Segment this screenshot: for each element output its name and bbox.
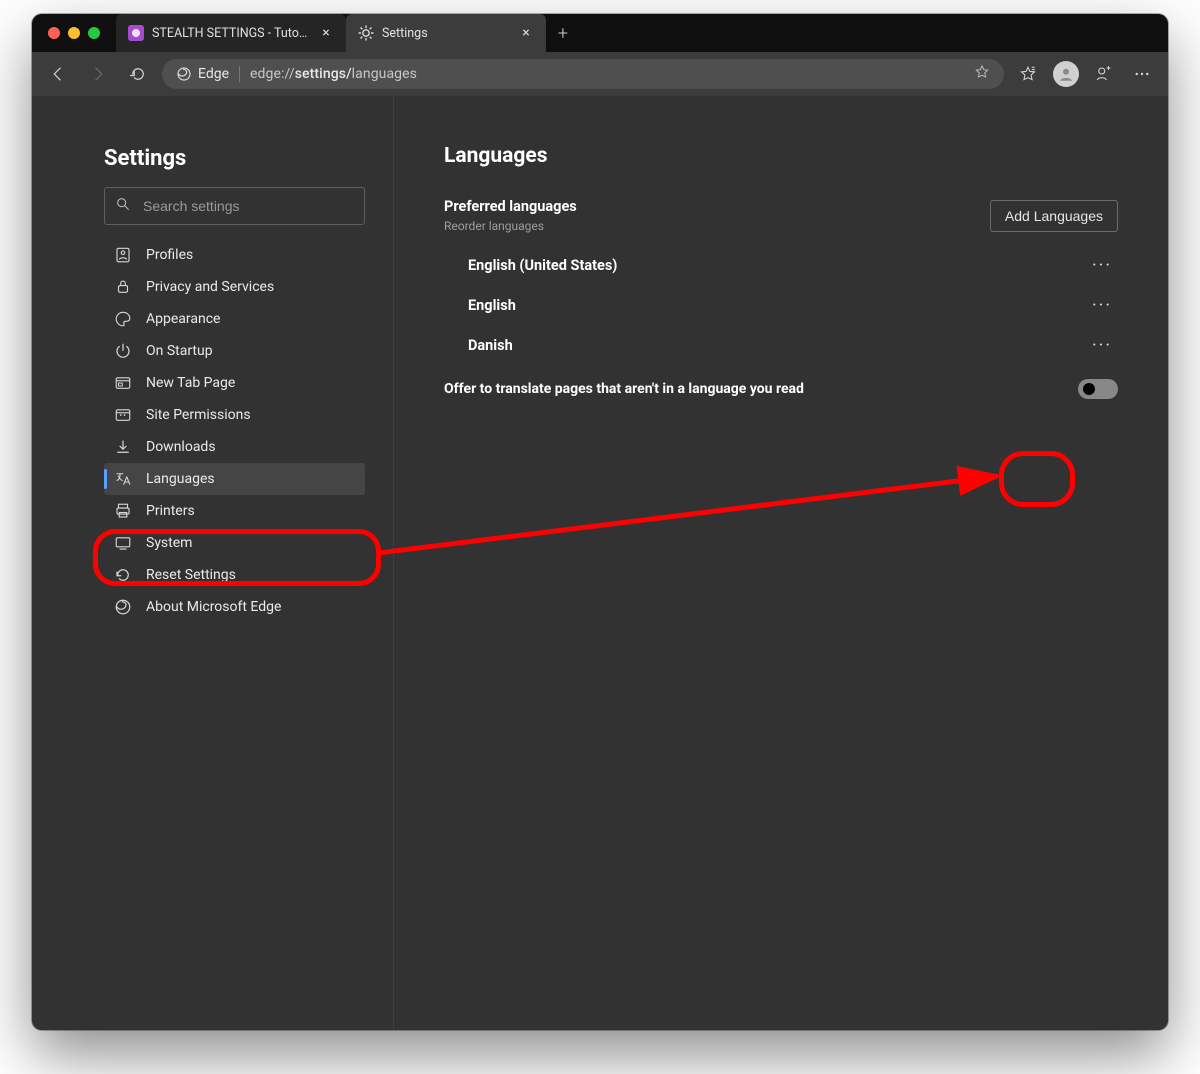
sidebar-item-label: Appearance [146,311,220,327]
sidebar-item-label: Downloads [146,439,216,455]
close-tab-icon[interactable]: × [318,25,334,41]
search-settings-input[interactable] [141,197,354,215]
permissions-icon [114,406,132,424]
avatar-icon [1053,61,1079,87]
sidebar-title: Settings [104,146,365,171]
sidebar-item-label: Profiles [146,247,193,263]
sidebar-item-site-permissions[interactable]: Site Permissions [104,399,365,431]
sidebar-item-reset-settings[interactable]: Reset Settings [104,559,365,591]
favicon-stealth [128,25,144,41]
new-tab-button[interactable]: + [546,14,580,52]
maximize-window-button[interactable] [88,27,100,39]
tab-stealth-settings[interactable]: STEALTH SETTINGS - Tutorials, × [116,14,346,52]
system-icon [114,534,132,552]
translate-setting-row: Offer to translate pages that aren't in … [444,379,1118,399]
sidebar-item-label: About Microsoft Edge [146,599,281,615]
power-icon [114,342,132,360]
page-heading: Languages [444,144,1118,168]
sidebar-item-languages[interactable]: Languages [104,463,365,495]
add-languages-button[interactable]: Add Languages [990,200,1118,232]
language-row: English ··· [444,285,1118,325]
printer-icon [114,502,132,520]
browser-window: STEALTH SETTINGS - Tutorials, × Settings… [32,14,1168,1030]
sidebar-item-label: System [146,535,192,551]
favorites-button[interactable] [1012,58,1044,90]
toolbar-right [1012,58,1158,90]
window-controls [32,14,116,52]
forward-button[interactable] [82,58,114,90]
close-tab-icon[interactable]: × [518,25,534,41]
sidebar-item-label: New Tab Page [146,375,235,391]
url-text: edge://settings/languages [250,66,417,82]
translate-toggle[interactable] [1078,379,1118,399]
section-title: Preferred languages [444,198,577,215]
appearance-icon [114,310,132,328]
edge-icon [114,598,132,616]
feedback-button[interactable] [1088,58,1120,90]
profile-icon [114,246,132,264]
tab-strip: STEALTH SETTINGS - Tutorials, × Settings… [32,14,1168,52]
settings-body: Settings Profiles Privacy and Services App… [32,96,1168,1030]
language-more-button[interactable]: ··· [1086,335,1118,356]
newtab-icon [114,374,132,392]
search-icon [115,196,131,216]
translate-label: Offer to translate pages that aren't in … [444,381,804,397]
search-settings-box[interactable] [104,187,365,225]
lock-icon [114,278,132,296]
sidebar-item-printers[interactable]: Printers [104,495,365,527]
tab-label: STEALTH SETTINGS - Tutorials, [152,26,310,41]
address-bar[interactable]: Edge edge://settings/languages [162,59,1004,89]
sidebar-item-about-microsoft-edge[interactable]: About Microsoft Edge [104,591,365,623]
back-button[interactable] [42,58,74,90]
refresh-button[interactable] [122,58,154,90]
section-subtitle: Reorder languages [444,219,577,233]
sidebar-item-appearance[interactable]: Appearance [104,303,365,335]
language-row: English (United States) ··· [444,245,1118,285]
profile-button[interactable] [1050,58,1082,90]
bookmark-star-icon[interactable] [974,64,990,84]
close-window-button[interactable] [48,27,60,39]
language-name: English (United States) [468,257,617,274]
site-identity-label: Edge [198,66,229,82]
language-row: Danish ··· [444,325,1118,365]
language-name: Danish [468,337,513,354]
language-icon [114,470,132,488]
reset-icon [114,566,132,584]
language-more-button[interactable]: ··· [1086,295,1118,316]
favicon-settings [358,25,374,41]
settings-nav: Profiles Privacy and Services Appearance On… [104,239,365,623]
edge-icon [176,66,192,82]
sidebar-item-system[interactable]: System [104,527,365,559]
more-menu-button[interactable] [1126,58,1158,90]
site-identity: Edge [176,66,229,82]
sidebar-item-on-startup[interactable]: On Startup [104,335,365,367]
sidebar-item-label: Printers [146,503,195,519]
sidebar-item-label: Privacy and Services [146,279,274,295]
sidebar-item-new-tab-page[interactable]: New Tab Page [104,367,365,399]
language-more-button[interactable]: ··· [1086,255,1118,276]
sidebar-item-downloads[interactable]: Downloads [104,431,365,463]
language-list: English (United States)···English···Dani… [444,245,1118,365]
sidebar-item-label: Site Permissions [146,407,251,423]
preferred-languages-header: Preferred languages Reorder languages Ad… [444,198,1118,233]
download-icon [114,438,132,456]
tab-label: Settings [382,26,510,41]
settings-content: Languages Preferred languages Reorder la… [394,96,1168,1030]
sidebar-item-privacy-and-services[interactable]: Privacy and Services [104,271,365,303]
toolbar: Edge edge://settings/languages [32,52,1168,96]
tab-settings[interactable]: Settings × [346,14,546,52]
separator [239,66,240,82]
sidebar-item-label: Languages [146,471,215,487]
toggle-knob [1083,383,1095,395]
minimize-window-button[interactable] [68,27,80,39]
sidebar-item-label: Reset Settings [146,567,236,583]
settings-sidebar: Settings Profiles Privacy and Services App… [32,96,394,1030]
language-name: English [468,297,516,314]
sidebar-item-profiles[interactable]: Profiles [104,239,365,271]
sidebar-item-label: On Startup [146,343,213,359]
